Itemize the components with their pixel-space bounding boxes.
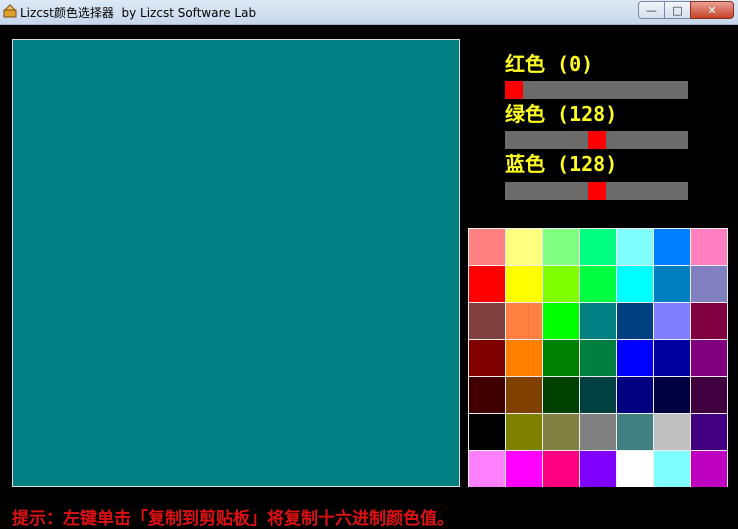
- minimize-button[interactable]: —: [638, 1, 664, 19]
- palette-swatch[interactable]: [506, 229, 542, 265]
- palette-swatch[interactable]: [580, 340, 616, 376]
- palette-swatch[interactable]: [617, 229, 653, 265]
- palette-swatch[interactable]: [580, 414, 616, 450]
- green-slider[interactable]: [505, 131, 688, 149]
- palette-swatch[interactable]: [691, 377, 727, 413]
- palette-swatch[interactable]: [691, 303, 727, 339]
- palette-swatch[interactable]: [469, 340, 505, 376]
- palette-swatch[interactable]: [654, 229, 690, 265]
- palette-swatch[interactable]: [580, 266, 616, 302]
- palette-swatch[interactable]: [654, 451, 690, 487]
- palette-swatch[interactable]: [543, 340, 579, 376]
- palette-swatch[interactable]: [580, 229, 616, 265]
- palette-swatch[interactable]: [580, 303, 616, 339]
- maximize-button[interactable]: □: [664, 1, 690, 19]
- hint-text: 提示：左键单击「复制到剪贴板」将复制十六进制颜色值。: [12, 509, 454, 529]
- palette-swatch[interactable]: [617, 340, 653, 376]
- palette-swatch[interactable]: [691, 229, 727, 265]
- palette-swatch[interactable]: [691, 266, 727, 302]
- blue-label: 蓝色 (128): [505, 152, 618, 176]
- red-slider-thumb[interactable]: [505, 81, 523, 99]
- palette-swatch[interactable]: [543, 377, 579, 413]
- palette-swatch[interactable]: [469, 414, 505, 450]
- green-label: 绿色 (128): [505, 102, 618, 126]
- palette-swatch[interactable]: [543, 229, 579, 265]
- palette-swatch[interactable]: [506, 303, 542, 339]
- color-palette: [468, 228, 728, 487]
- color-preview[interactable]: [12, 39, 460, 487]
- palette-swatch[interactable]: [691, 340, 727, 376]
- palette-swatch[interactable]: [543, 303, 579, 339]
- palette-swatch[interactable]: [469, 303, 505, 339]
- palette-swatch[interactable]: [654, 303, 690, 339]
- palette-swatch[interactable]: [654, 377, 690, 413]
- window-title: Lizcst颜色选择器 by Lizcst Software Lab: [20, 6, 257, 20]
- palette-swatch[interactable]: [617, 451, 653, 487]
- palette-swatch[interactable]: [617, 266, 653, 302]
- palette-swatch[interactable]: [469, 451, 505, 487]
- palette-swatch[interactable]: [506, 377, 542, 413]
- red-label: 红色 (0): [505, 52, 594, 76]
- palette-swatch[interactable]: [580, 377, 616, 413]
- palette-swatch[interactable]: [580, 451, 616, 487]
- blue-slider-thumb[interactable]: [588, 182, 606, 200]
- palette-swatch[interactable]: [469, 229, 505, 265]
- close-button[interactable]: ✕: [690, 1, 734, 19]
- palette-swatch[interactable]: [654, 414, 690, 450]
- palette-swatch[interactable]: [654, 340, 690, 376]
- palette-swatch[interactable]: [543, 266, 579, 302]
- palette-swatch[interactable]: [543, 414, 579, 450]
- palette-swatch[interactable]: [654, 266, 690, 302]
- palette-swatch[interactable]: [543, 451, 579, 487]
- palette-swatch[interactable]: [691, 414, 727, 450]
- palette-swatch[interactable]: [506, 451, 542, 487]
- palette-swatch[interactable]: [506, 414, 542, 450]
- palette-swatch[interactable]: [506, 266, 542, 302]
- blue-slider[interactable]: [505, 182, 688, 200]
- title-bar: Lizcst颜色选择器 by Lizcst Software Lab — □ ✕: [0, 0, 738, 25]
- palette-swatch[interactable]: [469, 377, 505, 413]
- palette-swatch[interactable]: [691, 451, 727, 487]
- red-slider[interactable]: [505, 81, 688, 99]
- palette-swatch[interactable]: [617, 303, 653, 339]
- palette-swatch[interactable]: [617, 377, 653, 413]
- palette-swatch[interactable]: [506, 340, 542, 376]
- green-slider-thumb[interactable]: [588, 131, 606, 149]
- app-icon: [3, 4, 17, 18]
- palette-swatch[interactable]: [469, 266, 505, 302]
- palette-swatch[interactable]: [617, 414, 653, 450]
- window-controls: — □ ✕: [638, 1, 734, 19]
